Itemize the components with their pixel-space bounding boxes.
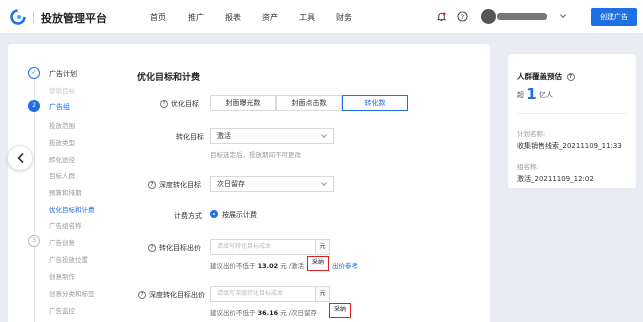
estimate-title: 人群覆盖预估 ? [517,71,578,82]
bell-icon[interactable] [436,11,447,22]
conv-bid-input[interactable]: 请填写转化目标成本 元 [210,239,330,255]
conv-target-label: 转化目标 [176,133,204,141]
nav-promotion[interactable]: 推广 [188,12,204,23]
chevron-down-icon [321,182,327,187]
svg-text:?: ? [461,13,464,21]
steps-connector [34,79,35,322]
group-name-value: 激活_20211109_12:02 [517,175,594,183]
step-placement[interactable]: 广告投放位置 [49,254,88,264]
estimate-number: 1 [526,85,537,103]
billing-label: 计费方式 [174,212,202,220]
plan-name-value: 收集销售线索_20211109_11:33 [517,142,622,150]
group-name-label: 组名称: [517,163,539,171]
deep-bid-placeholder: 请填写深度转化目标成本 [217,290,284,297]
step-budget[interactable]: 预算和排期 [49,187,82,197]
step-ad-creative[interactable]: 广告创意 [49,237,75,247]
conv-bid-adopt-button[interactable]: 采纳 [307,256,329,271]
chevron-left-icon [17,152,24,164]
nav-home[interactable]: 首页 [150,12,166,23]
nav-assets[interactable]: 资产 [262,12,278,23]
deep-bid-label: ? 深度转化目标出价 [138,290,205,300]
section-title: 优化目标和计费 [137,73,201,83]
help-icon[interactable]: ? [457,11,468,22]
conv-target-value: 激活 [217,132,231,140]
account-name-redacted[interactable] [497,13,547,20]
help-icon[interactable]: ? [566,73,575,81]
option-cover-impressions[interactable]: 封面曝光数 [210,95,276,111]
back-button[interactable] [7,145,33,171]
step-1-done-icon: ✓ [28,67,40,79]
step-ad-group[interactable]: 广告组 [49,102,70,112]
plan-name-label: 计划名称: [517,130,546,138]
step-audience[interactable]: 目标人群 [49,170,75,180]
conv-bid-placeholder: 请填写转化目标成本 [217,243,272,250]
nav-reports[interactable]: 报表 [225,12,241,23]
question-icon[interactable]: ? [138,291,146,299]
step-creative-make[interactable]: 创意制作 [49,271,75,281]
chevron-down-icon [321,134,327,139]
step-scope[interactable]: 投放范围 [49,120,75,130]
create-ad-button[interactable]: 创建广告 [591,8,637,26]
divider [517,113,627,114]
question-icon[interactable]: ? [160,100,168,108]
deep-conv-select[interactable]: 次日留存 [210,176,334,192]
conv-bid-suggestion: 建议出价不低于 13.02 元 /激活 [210,262,304,270]
step-ad-plan[interactable]: 广告计划 [49,69,77,79]
nav-tools[interactable]: 工具 [299,12,315,23]
billing-value[interactable]: 按展示计费 [222,210,257,220]
logo-icon[interactable] [10,9,26,25]
top-bar: 投放管理平台 首页 推广 报表 资产 工具 财务 ? 创建广告 [0,0,643,34]
nav-finance[interactable]: 财务 [336,12,352,23]
brand-divider [33,11,34,23]
step-group-name[interactable]: 广告组名称 [49,220,82,230]
question-icon[interactable]: ? [148,181,156,189]
step-monitoring[interactable]: 广告监控 [49,305,75,315]
conv-target-hint: 目标选定后，投放期间不可更改 [210,151,301,159]
deep-bid-input[interactable]: 请填写深度转化目标成本 元 [210,286,330,302]
optimize-label: ? 优化目标 [160,99,199,109]
bid-reference-link[interactable]: 出价参考 [332,260,358,270]
step-3-pending-icon: 3 [28,235,40,247]
conv-target-select[interactable]: 激活 [210,128,334,144]
user-avatar[interactable] [481,9,496,24]
deep-conv-value: 次日留存 [217,180,245,188]
deep-bid-unit: 元 [315,287,329,301]
step-2-active-icon: 2 [28,100,40,112]
billing-radio[interactable] [210,210,218,218]
step-creative-tags[interactable]: 创意分类和标签 [49,288,95,298]
conv-bid-unit: 元 [315,240,329,254]
option-cover-clicks[interactable]: 封面点击数 [276,95,342,111]
question-icon[interactable]: ? [148,244,156,252]
step-type[interactable]: 投放类型 [49,137,75,147]
brand-title: 投放管理平台 [41,12,107,25]
estimate-value: 超 1 亿人 [517,85,553,103]
conv-bid-label: ? 转化目标出价 [148,243,201,253]
chevron-down-icon[interactable] [560,13,566,19]
step-optimize-billing[interactable]: 优化目标和计费 [49,204,95,214]
step-conversion-path[interactable]: 转化途径 [49,154,75,164]
step-marketing-goal[interactable]: 营销目标 [49,85,75,95]
deep-bid-suggestion: 建议出价不低于 36.16 元 /次日留存 [210,309,317,317]
option-conversions[interactable]: 转化数 [342,95,408,111]
deep-conv-label: ? 深度转化目标 [148,180,201,190]
deep-bid-adopt-button[interactable]: 采纳 [329,303,351,318]
